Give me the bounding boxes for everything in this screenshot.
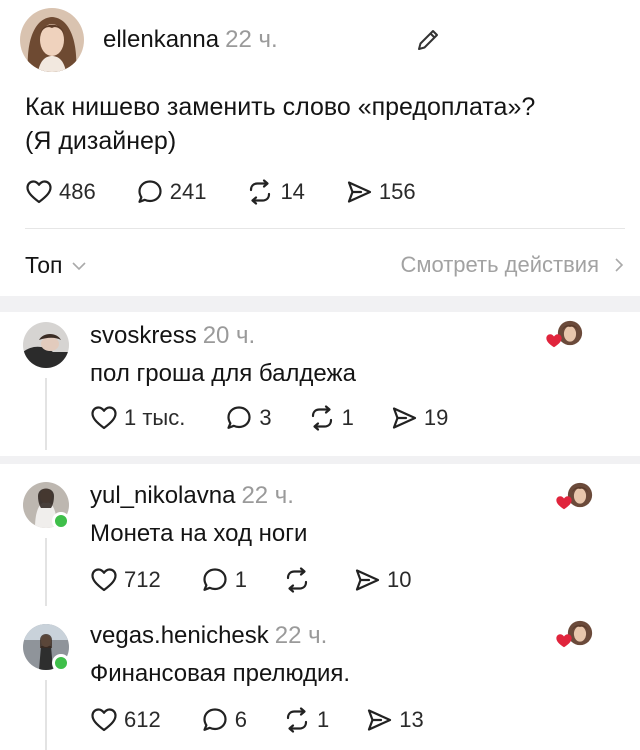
red-heart-icon (545, 332, 563, 350)
thread-line (45, 538, 47, 606)
comment-timestamp: 20 ч. (202, 322, 256, 349)
post-text-line-1: Как нишево заменить слово «предоплата»? (25, 93, 536, 121)
comment-text: Монета на ход ноги (90, 520, 308, 547)
chevron-down-icon (71, 261, 86, 270)
author-username-row[interactable]: ellenkanna 22 ч. (103, 26, 278, 54)
online-status-indicator (52, 512, 70, 530)
repost-count: 1 (316, 707, 330, 732)
reply-count: 241 (169, 179, 207, 204)
author-avatar[interactable] (20, 8, 84, 72)
like-count: 712 (124, 567, 161, 592)
commenter-username-row[interactable]: yul_nikolavna 22 ч. (90, 482, 294, 510)
repost-button[interactable]: 1 (308, 404, 354, 432)
heart-icon (90, 404, 118, 432)
repost-count: 1 (341, 405, 354, 430)
online-status-indicator (52, 654, 70, 672)
share-button[interactable]: 19 (390, 404, 448, 432)
share-button[interactable]: 13 (365, 706, 424, 734)
comment-actions: 712 1 10 (90, 566, 451, 594)
speech-bubble-icon (201, 706, 229, 734)
activity-link-label: Смотреть действия (400, 252, 599, 277)
sort-row: Топ Смотреть действия (25, 250, 625, 282)
like-count: 612 (124, 707, 161, 732)
reply-button[interactable]: 241 (136, 178, 207, 206)
reply-count: 3 (259, 405, 272, 430)
liked-by-author-badge (545, 320, 585, 350)
like-count: 486 (59, 179, 96, 204)
section-separator (0, 456, 640, 464)
reply-count: 1 (234, 567, 247, 592)
like-count: 1 тыс. (124, 405, 186, 430)
commenter-username[interactable]: yul_nikolavna (90, 482, 235, 509)
post-body: Как нишево заменить слово «предоплата»? … (25, 90, 535, 158)
send-arrow-icon (390, 404, 418, 432)
comment-timestamp: 22 ч. (241, 482, 294, 509)
author-username[interactable]: ellenkanna (103, 26, 219, 53)
thread-line (45, 680, 47, 750)
commenter-avatar[interactable] (23, 322, 69, 368)
heart-icon (90, 706, 118, 734)
like-button[interactable]: 712 (90, 566, 161, 594)
like-button[interactable]: 486 (25, 178, 96, 206)
repost-arrows-icon (246, 178, 274, 206)
heart-icon (90, 566, 118, 594)
post-actions: 486 241 14 156 (25, 178, 456, 206)
repost-button[interactable] (283, 566, 317, 594)
reply-button[interactable]: 6 (201, 706, 247, 734)
reply-button[interactable]: 3 (225, 404, 272, 432)
speech-bubble-icon (136, 178, 164, 206)
comment-text: Финансовая прелюдия. (90, 660, 351, 687)
thread-line (45, 378, 47, 450)
repost-button[interactable]: 14 (246, 178, 305, 206)
section-separator (0, 296, 640, 312)
like-button[interactable]: 612 (90, 706, 161, 734)
sort-label: Топ (25, 252, 63, 278)
comment-timestamp: 22 ч. (274, 622, 328, 649)
share-count: 19 (423, 405, 449, 430)
share-button[interactable]: 156 (345, 178, 416, 206)
liked-by-author-badge (555, 482, 595, 512)
comment-actions: 1 тыс. 3 1 19 (90, 404, 488, 432)
edit-button[interactable] (414, 26, 442, 59)
liked-by-author-badge (555, 620, 595, 650)
commenter-username[interactable]: vegas.henichesk (90, 622, 269, 649)
pencil-icon (418, 30, 438, 50)
comment-text: пол гроша для балдежа (90, 360, 356, 387)
send-arrow-icon (353, 566, 381, 594)
repost-arrows-icon (308, 404, 336, 432)
post-timestamp: 22 ч. (225, 26, 278, 53)
chevron-right-icon (615, 258, 624, 272)
heart-icon (25, 178, 53, 206)
share-count: 13 (399, 707, 424, 732)
speech-bubble-icon (225, 404, 253, 432)
repost-arrows-icon (283, 566, 311, 594)
red-heart-icon (555, 494, 573, 512)
view-activity-link[interactable]: Смотреть действия (400, 252, 625, 278)
comment-actions: 612 6 1 13 (90, 706, 464, 734)
share-button[interactable]: 10 (353, 566, 411, 594)
like-button[interactable]: 1 тыс. (90, 404, 185, 432)
send-arrow-icon (345, 178, 373, 206)
repost-count: 14 (280, 179, 305, 204)
main-post: ellenkanna 22 ч. Как нишево заменить слов… (0, 0, 640, 296)
repost-button[interactable]: 1 (283, 706, 329, 734)
send-arrow-icon (365, 706, 393, 734)
commenter-username-row[interactable]: svoskress 20 ч. (90, 322, 255, 350)
share-count: 10 (386, 567, 412, 592)
divider (25, 228, 625, 229)
reply-count: 6 (234, 707, 247, 732)
commenter-username-row[interactable]: vegas.henichesk 22 ч. (90, 622, 327, 650)
sort-dropdown[interactable]: Топ (25, 252, 87, 279)
red-heart-icon (555, 632, 573, 650)
share-count: 156 (378, 179, 416, 204)
speech-bubble-icon (201, 566, 229, 594)
post-text-line-2: (Я дизайнер) (25, 127, 177, 155)
repost-arrows-icon (283, 706, 311, 734)
reply-button[interactable]: 1 (201, 566, 247, 594)
commenter-username[interactable]: svoskress (90, 322, 197, 349)
